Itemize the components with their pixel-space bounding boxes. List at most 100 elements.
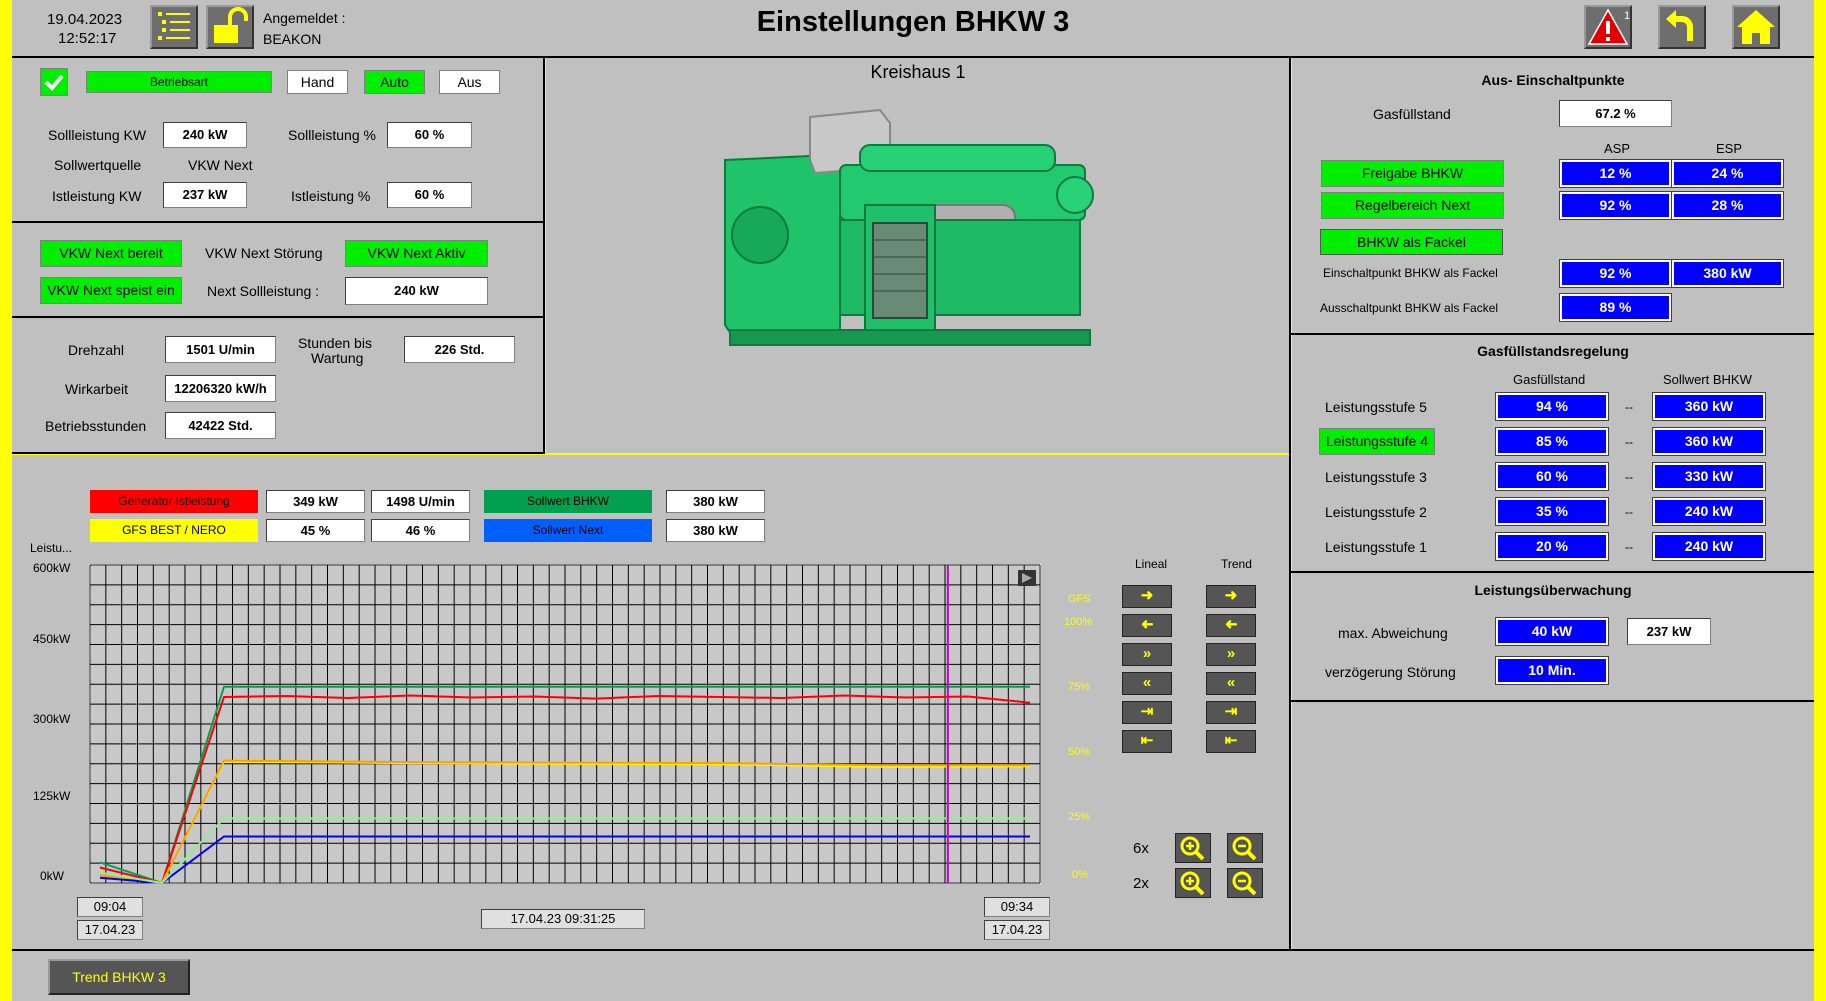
engine-title: Kreishaus 1	[870, 62, 966, 82]
trend-end-button[interactable]: ⇥	[1206, 701, 1256, 724]
mode-auto-button[interactable]: Auto	[364, 70, 425, 94]
legend-generator-kw: 349 kW	[266, 490, 365, 513]
leistungsstufe-separator: --	[1625, 435, 1633, 449]
leistungsstufe-soll-value[interactable]: 240 kW	[1652, 532, 1766, 561]
vkw-stoerung-status: VKW Next Störung	[205, 245, 323, 261]
ist-pct-value: 60 %	[387, 182, 472, 208]
arrow-right-icon: ➜	[1140, 587, 1154, 604]
home-button[interactable]	[1732, 5, 1780, 49]
ist-pct-label: Istleistung %	[291, 188, 371, 204]
back-button[interactable]	[1658, 5, 1706, 49]
engine-image	[724, 108, 1094, 346]
x-start-date: 17.04.23	[77, 920, 143, 940]
lineal-step-left-button[interactable]: ➜	[1122, 614, 1172, 637]
einschaltpunkt-asp-value[interactable]: 92 %	[1559, 259, 1672, 288]
leistungsstufe-gas-value[interactable]: 60 %	[1495, 462, 1609, 491]
divider	[1290, 571, 1814, 573]
lineal-end-button[interactable]: ⇥	[1122, 701, 1172, 724]
alarm-count: 1	[1624, 10, 1631, 22]
trend-step-left-button[interactable]: ➜	[1206, 614, 1256, 637]
arrow-to-start-icon: ⇤	[1224, 732, 1238, 749]
soll-kw-value[interactable]: 240 kW	[163, 122, 247, 148]
mode-aus-button[interactable]: Aus	[439, 70, 500, 94]
gasfuellstand-value: 67.2 %	[1559, 100, 1672, 127]
arrow-to-end-icon: ⇥	[1140, 703, 1154, 720]
betriebsstunden-value: 42422 Std.	[165, 412, 276, 439]
leistungsstufe-label: Leistungsstufe 1	[1325, 539, 1427, 555]
leistungsstufe-gas-value[interactable]: 20 %	[1495, 532, 1609, 561]
leistungsstufe-soll-value[interactable]: 240 kW	[1652, 497, 1766, 526]
max-abweichung-value[interactable]: 40 kW	[1495, 617, 1609, 646]
x-end-date: 17.04.23	[984, 920, 1050, 940]
arrow-to-end-icon: ⇥	[1224, 703, 1238, 720]
wirkarbeit-value: 12206320 kW/h	[165, 375, 276, 402]
bhkw-als-fackel-button[interactable]: BHKW als Fackel	[1320, 229, 1503, 255]
next-soll-value: 240 kW	[345, 277, 488, 305]
vkw-speist-status: VKW Next speist ein	[40, 277, 182, 304]
header-date: 19.04.2023	[47, 11, 123, 28]
einschaltpunkt-esp-value[interactable]: 380 kW	[1671, 259, 1784, 288]
legend-gfs-b: 46 %	[371, 519, 470, 542]
zoom-out-2x-button[interactable]	[1227, 868, 1263, 898]
lineal-step-right-button[interactable]: ➜	[1122, 585, 1172, 608]
lineal-start-button[interactable]: ⇤	[1122, 730, 1172, 753]
regelbereich-esp-value[interactable]: 28 %	[1671, 191, 1784, 220]
zoom-out-6x-button[interactable]	[1227, 833, 1263, 863]
gfs-tick-0: 0%	[1072, 869, 1088, 881]
leistungsstufe-label: Leistungsstufe 5	[1325, 399, 1427, 415]
enable-checkbox[interactable]	[40, 68, 68, 96]
divider	[1289, 56, 1291, 951]
y-tick-600: 600kW	[33, 561, 71, 575]
mode-hand-button[interactable]: Hand	[287, 70, 348, 94]
leistungsstufe-separator: --	[1625, 505, 1633, 519]
hmi-screen: 19.04.2023 12:52:17 Angemeldet : BEAKON …	[0, 0, 1826, 1001]
trend-label: Trend	[1221, 557, 1252, 571]
arrow-right-icon: ➜	[1224, 587, 1238, 604]
wartung-value: 226 Std.	[404, 336, 515, 363]
menu-list-button[interactable]	[150, 5, 198, 49]
unlock-icon	[214, 7, 248, 43]
legend-soll-next-value: 380 kW	[666, 519, 765, 542]
leistungsstufe-soll-value[interactable]: 360 kW	[1652, 392, 1766, 421]
zoom-in-icon	[1180, 836, 1205, 861]
leistungsstufe-gas-value[interactable]: 94 %	[1495, 392, 1609, 421]
divider	[1290, 700, 1814, 702]
trend-chart[interactable]	[78, 560, 1051, 892]
legend-generator: Generator Istleistung	[90, 490, 258, 513]
drehzahl-label: Drehzahl	[68, 342, 125, 358]
freigabe-asp-value[interactable]: 12 %	[1559, 159, 1672, 188]
verzoegerung-stoerung-value[interactable]: 10 Min.	[1495, 656, 1609, 685]
zoom-in-6x-button[interactable]	[1175, 833, 1211, 863]
gfs-tick-75: 75%	[1068, 681, 1091, 693]
divider	[12, 949, 1814, 951]
gfs-axis-title: GFS	[1068, 593, 1091, 605]
verzoegerung-stoerung-label: verzögerung Störung	[1325, 664, 1456, 680]
trend-fast-left-button[interactable]: «	[1206, 672, 1256, 695]
leistungsstufe-gas-value[interactable]: 85 %	[1495, 427, 1609, 456]
regelbereich-next-status: Regelbereich Next	[1321, 192, 1504, 219]
leistungsstufe-gas-value[interactable]: 35 %	[1495, 497, 1609, 526]
ausschaltpunkt-asp-value[interactable]: 89 %	[1559, 293, 1672, 322]
home-icon	[1737, 10, 1775, 44]
zoom-in-2x-button[interactable]	[1175, 868, 1211, 898]
divider	[12, 316, 544, 318]
betriebsstunden-label: Betriebsstunden	[45, 418, 147, 434]
lineal-fast-right-button[interactable]: »	[1122, 643, 1172, 666]
y-tick-125: 125kW	[33, 789, 71, 803]
leistungsstufe-label: Leistungsstufe 3	[1325, 469, 1427, 485]
ist-kw-label: Istleistung KW	[52, 188, 142, 204]
legend-soll-bhkw-value: 380 kW	[666, 490, 765, 513]
lineal-fast-left-button[interactable]: «	[1122, 672, 1172, 695]
trend-bhkw3-button[interactable]: Trend BHKW 3	[48, 959, 190, 995]
trend-step-right-button[interactable]: ➜	[1206, 585, 1256, 608]
trend-start-button[interactable]: ⇤	[1206, 730, 1256, 753]
ausschaltpunkt-label: Ausschaltpunkt BHKW als Fackel	[1320, 301, 1499, 315]
leistungsstufe-soll-value[interactable]: 360 kW	[1652, 427, 1766, 456]
back-arrow-icon	[1666, 10, 1693, 41]
freigabe-esp-value[interactable]: 24 %	[1671, 159, 1784, 188]
trend-fast-right-button[interactable]: »	[1206, 643, 1256, 666]
leistungsstufe-soll-value[interactable]: 330 kW	[1652, 462, 1766, 491]
login-lock-button[interactable]	[206, 5, 254, 49]
regelbereich-asp-value[interactable]: 92 %	[1559, 191, 1672, 220]
soll-pct-value[interactable]: 60 %	[387, 122, 472, 148]
